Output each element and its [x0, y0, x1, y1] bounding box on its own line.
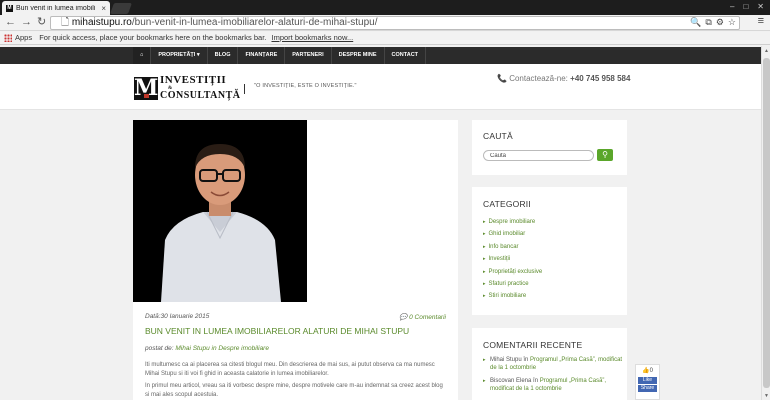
categories-widget: CATEGORII Despre imobiliare Ghid imobili…	[472, 187, 627, 315]
categories-widget-title: CATEGORII	[483, 199, 531, 209]
post-date: 30 Ianuarie 2015	[160, 313, 210, 320]
header-divider	[244, 84, 245, 94]
facebook-share-button[interactable]: Share	[638, 385, 657, 392]
contact-label: Contactează-ne:	[509, 74, 568, 83]
new-tab-button[interactable]	[109, 3, 133, 14]
search-widget: CAUTĂ ⚲	[472, 120, 627, 175]
home-icon[interactable]: ⌂	[133, 47, 152, 64]
comment-icon: 💬	[399, 314, 410, 321]
zoom-icon[interactable]: 🔍	[690, 17, 701, 28]
nav-contact[interactable]: CONTACT	[385, 47, 427, 64]
byline-prefix: postat de:	[145, 345, 174, 352]
site-navigation: ⌂ PROPRIETĂȚI ▾ BLOG FINANȚARE PARTENERI…	[0, 47, 770, 64]
comment-author[interactable]: Biscovan Elena	[490, 378, 531, 384]
bookmarks-hint: For quick access, place your bookmarks h…	[39, 33, 267, 42]
date-label: Dată:	[145, 313, 161, 320]
category-item[interactable]: Investiții	[483, 253, 542, 265]
category-item[interactable]: Sfaturi practice	[483, 278, 542, 290]
browser-tab-bar: M Bun venit in lumea imobili × – □ ✕	[0, 0, 770, 15]
browser-tab[interactable]: M Bun venit in lumea imobili ×	[2, 1, 110, 15]
recent-comments-title: COMENTARII RECENTE	[483, 340, 583, 350]
nav-proprietati[interactable]: PROPRIETĂȚI ▾	[151, 47, 208, 64]
address-bar[interactable]: 🗋 mihaistupu.ro/bun-venit-in-lumea-imobi…	[50, 16, 740, 30]
site-favicon-icon: M	[6, 4, 13, 12]
site-header: M INVESTIȚII & CONSULTANȚĂ "O INVESTIȚIE…	[0, 64, 770, 110]
post-byline: postat de: Mihai Stupu in Despre imobili…	[145, 345, 269, 352]
tab-title: Bun venit in lumea imobili	[16, 4, 96, 12]
site-logo[interactable]: M INVESTIȚII & CONSULTANȚĂ	[134, 75, 241, 101]
browser-toolbar: ← → ↻ 🗋 mihaistupu.ro/bun-venit-in-lumea…	[0, 15, 770, 31]
search-widget-title: CAUTĂ	[483, 131, 513, 141]
category-item[interactable]: Proprietăți exclusive	[483, 266, 543, 278]
close-tab-icon[interactable]: ×	[101, 4, 106, 13]
contact-phone[interactable]: +40 745 958 584	[570, 74, 630, 83]
apps-link[interactable]: Apps	[15, 33, 32, 42]
comments-link[interactable]: 💬 0 Comentarii	[399, 313, 446, 321]
scroll-up-icon[interactable]: ▲	[764, 48, 769, 54]
back-icon[interactable]: ←	[5, 16, 16, 29]
logo-mark-icon: M	[134, 74, 159, 101]
category-link[interactable]: Despre imobiliare	[218, 345, 269, 352]
search-input[interactable]	[483, 150, 594, 161]
recent-comments-list: Mihai Stupu în Programul „Prima Casă”, m…	[483, 356, 623, 398]
url-path: /bun-venit-in-lumea-imobiliarelor-alatur…	[131, 17, 378, 28]
bookmark-star-icon[interactable]: ☆	[728, 17, 736, 28]
blog-post: Dată:30 Ianuarie 2015 💬 0 Comentarii BUN…	[133, 120, 458, 400]
nav-blog[interactable]: BLOG	[208, 47, 239, 64]
author-link[interactable]: Mihai Stupu	[175, 345, 209, 352]
scroll-down-icon[interactable]: ▼	[764, 393, 769, 399]
maximize-icon[interactable]: □	[743, 2, 748, 11]
page-icon: 🗋	[61, 17, 72, 28]
comment-in: în	[533, 378, 539, 384]
bookmarks-bar: Apps For quick access, place your bookma…	[0, 32, 770, 45]
nav-despre-mine[interactable]: DESPRE MINE	[332, 47, 385, 64]
thumbs-up-icon: 👍	[642, 368, 650, 374]
post-title[interactable]: BUN VENIT IN LUMEA IMOBILIARELOR ALATURI…	[145, 326, 409, 336]
chrome-menu-icon[interactable]: ≡	[758, 15, 764, 27]
nav-parteneri[interactable]: PARTENERI	[285, 47, 332, 64]
categories-list: Despre imobiliare Ghid imobiliar Info ba…	[483, 216, 543, 303]
comments-count: 0 Comentarii	[409, 314, 446, 321]
translate-icon[interactable]: ⧉	[705, 17, 711, 28]
comment-author[interactable]: Mihai Stupu	[490, 357, 522, 363]
site-tagline: "O INVESTIȚIE, ESTE O INVESTIȚIE."	[254, 83, 357, 89]
import-bookmarks-link[interactable]: Import bookmarks now...	[272, 33, 354, 42]
category-item[interactable]: Ghid imobiliar	[483, 228, 542, 240]
url-host: mihaistupu.ro	[71, 17, 132, 28]
like-count-value: 0	[649, 368, 653, 374]
recent-comment-item: Biscovan Elena în Programul „Prima Casă”…	[483, 377, 623, 393]
recent-comment-item: Mihai Stupu în Programul „Prima Casă”, m…	[483, 356, 623, 372]
category-item[interactable]: Stiri imobiliare	[483, 290, 542, 302]
like-count: 👍0	[636, 367, 659, 374]
logo-line2: CONSULTANȚĂ	[160, 90, 241, 101]
forward-icon[interactable]: →	[21, 16, 32, 29]
header-contact: 📞 Contactează-ne: +40 745 958 584	[497, 74, 630, 83]
post-paragraph: In primul meu articol, vreau sa iti vorb…	[145, 383, 443, 398]
close-window-icon[interactable]: ✕	[757, 2, 764, 11]
reload-icon[interactable]: ↻	[37, 16, 46, 29]
comment-in: în	[523, 357, 529, 363]
extension-icon[interactable]: ⚙	[716, 17, 724, 28]
nav-finantare[interactable]: FINANȚARE	[238, 47, 286, 64]
window-controls: – □ ✕	[730, 2, 764, 11]
logo-text: INVESTIȚII & CONSULTANȚĂ	[160, 75, 241, 101]
author-photo	[133, 120, 307, 302]
social-share-box: 👍0 Like Share	[635, 364, 660, 400]
page-scrollbar[interactable]: ▲ ▼	[761, 46, 770, 400]
search-icon: ⚲	[602, 150, 608, 159]
phone-icon: 📞	[497, 74, 507, 83]
post-paragraph: Iti multumesc ca ai placerea sa citesti …	[145, 362, 435, 377]
category-item[interactable]: Info bancar	[483, 241, 542, 253]
logo-line1: INVESTIȚII	[160, 74, 227, 86]
facebook-like-button[interactable]: Like	[638, 377, 657, 384]
omnibox-icons: 🔍 ⧉ ⚙ ☆	[690, 17, 736, 28]
category-item[interactable]: Despre imobiliare	[483, 216, 542, 228]
minimize-icon[interactable]: –	[730, 2, 734, 11]
byline-in: in	[211, 345, 217, 352]
recent-comments-widget: COMENTARII RECENTE Mihai Stupu în Progra…	[472, 328, 627, 400]
scrollbar-thumb[interactable]	[763, 58, 770, 388]
post-meta: Dată:30 Ianuarie 2015 💬 0 Comentarii	[145, 313, 446, 321]
search-button[interactable]: ⚲	[597, 149, 613, 161]
apps-icon[interactable]	[4, 34, 12, 43]
